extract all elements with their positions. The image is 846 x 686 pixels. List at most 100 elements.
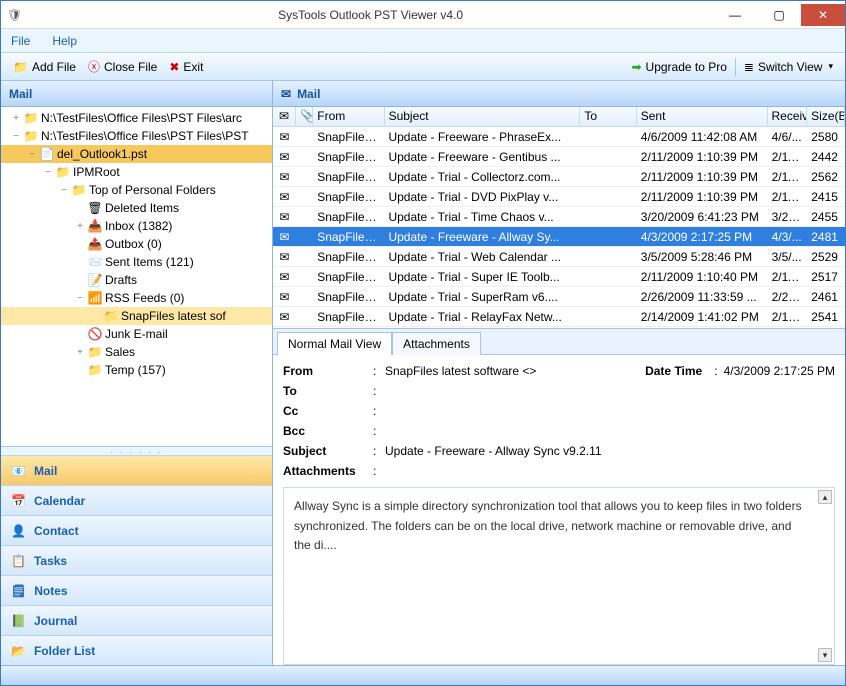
tree-item[interactable]: −📁IPMRoot [1,163,272,181]
exit-button[interactable]: ✖Exit [163,55,209,79]
value-from: SnapFiles latest software <> [385,364,645,378]
nav-label: Contact [34,524,79,538]
tree-twisty[interactable]: − [73,293,87,304]
message-list-header[interactable]: ✉ 📎 From Subject To Sent Receive Size(B [273,107,845,127]
cell-received: 3/20... [768,210,808,224]
deleted-icon: 🗑 [87,201,103,215]
tab-attachments[interactable]: Attachments [392,332,481,355]
message-row[interactable]: ✉SnapFiles...Update - Trial - Collectorz… [273,167,845,187]
tree-twisty[interactable]: + [73,347,87,358]
cell-size: 2541 [807,310,845,324]
label-attachments: Attachments [283,464,373,478]
nav-mail[interactable]: 📧Mail [1,455,272,485]
tree-item[interactable]: +📥Inbox (1382) [1,217,272,235]
envelope-icon: ✉ [273,130,296,144]
cell-received: 2/11... [768,150,808,164]
menu-help[interactable]: Help [52,34,77,48]
col-to[interactable]: To [580,107,636,126]
tree-twisty[interactable]: − [25,149,39,160]
tree-item[interactable]: −📶RSS Feeds (0) [1,289,272,307]
cell-size: 2415 [807,190,845,204]
cell-received: 2/11... [768,170,808,184]
col-icon[interactable]: ✉ [273,107,296,126]
nav-calendar[interactable]: 📅Calendar [1,485,272,515]
pane-grip[interactable]: · · · · · · [1,447,272,455]
add-file-button[interactable]: 📁Add File [7,55,82,79]
upgrade-icon: ➡ [631,60,641,74]
message-row[interactable]: ✉SnapFiles...Update - Trial - SuperRam v… [273,287,845,307]
col-sent[interactable]: Sent [637,107,768,126]
message-row[interactable]: ✉SnapFiles...Update - Trial - RelayFax N… [273,307,845,327]
add-file-icon: 📁 [13,60,28,74]
cell-subject: Update - Trial - DVD PixPlay v... [384,190,580,204]
nav-journal[interactable]: 📗Journal [1,605,272,635]
tree-item[interactable]: 🗑Deleted Items [1,199,272,217]
tree-item[interactable]: −📁Top of Personal Folders [1,181,272,199]
folder-tree[interactable]: +📁N:\TestFiles\Office Files\PST Files\ar… [1,107,272,447]
maximize-button[interactable]: ▢ [757,4,801,26]
nav-folder-list[interactable]: 📂Folder List [1,635,272,665]
nav-tasks[interactable]: 📋Tasks [1,545,272,575]
label-to: To [283,384,373,398]
col-subject[interactable]: Subject [385,107,581,126]
tree-item[interactable]: 📨Sent Items (121) [1,253,272,271]
switch-view-button[interactable]: ≣Switch View▾ [738,55,839,79]
tree-item[interactable]: 📁SnapFiles latest sof [1,307,272,325]
cell-from: SnapFiles... [313,230,384,244]
tree-twisty[interactable]: + [73,221,87,232]
cell-received: 2/26... [768,290,808,304]
col-from[interactable]: From [313,107,384,126]
message-row[interactable]: ✉SnapFiles...Update - Freeware - PhraseE… [273,127,845,147]
rss-icon: 📶 [87,291,103,305]
message-row[interactable]: ✉SnapFiles...Update - Trial - Time Chaos… [273,207,845,227]
tree-item[interactable]: 📤Outbox (0) [1,235,272,253]
tree-twisty[interactable]: − [9,131,23,142]
upgrade-button[interactable]: ➡Upgrade to Pro [625,55,732,79]
tree-item[interactable]: +📁N:\TestFiles\Office Files\PST Files\ar… [1,109,272,127]
message-row[interactable]: ✉SnapFiles...Update - Freeware - Gentibu… [273,147,845,167]
message-body[interactable]: Allway Sync is a simple directory synchr… [283,487,835,665]
cell-size: 2562 [807,170,845,184]
message-row[interactable]: ✉SnapFiles...Update - Trial - Super IE T… [273,267,845,287]
message-row[interactable]: ✉SnapFiles...Update - Trial - DVD PixPla… [273,187,845,207]
col-size[interactable]: Size(B [807,107,845,126]
message-row[interactable]: ✉SnapFiles...Update - Trial - Web Calend… [273,247,845,267]
envelope-icon: ✉ [273,290,296,304]
folder-icon: 📁 [71,183,87,197]
minimize-button[interactable]: — [713,4,757,26]
tree-twisty[interactable]: + [9,113,23,124]
tree-item-label: N:\TestFiles\Office Files\PST Files\PST [39,129,249,143]
tree-item-label: Junk E-mail [103,327,168,341]
nav-contact[interactable]: 👤Contact [1,515,272,545]
cell-subject: Update - Freeware - Gentibus ... [384,150,580,164]
label-cc: Cc [283,404,373,418]
tree-item[interactable]: 📝Drafts [1,271,272,289]
tree-item-label: Sent Items (121) [103,255,194,269]
tab-normal-view[interactable]: Normal Mail View [277,332,392,355]
tree-twisty[interactable]: − [41,167,55,178]
cell-subject: Update - Trial - Web Calendar ... [384,250,580,264]
value-to [385,384,835,398]
cell-size: 2580 [807,130,845,144]
cell-subject: Update - Freeware - Allway Sy... [384,230,580,244]
cell-size: 2517 [807,270,845,284]
tree-item[interactable]: −📄del_Outlook1.pst [1,145,272,163]
tree-item-label: Inbox (1382) [103,219,172,233]
tree-item[interactable]: −📁N:\TestFiles\Office Files\PST Files\PS… [1,127,272,145]
tree-item-label: SnapFiles latest sof [119,309,226,323]
scroll-down-button[interactable]: ▾ [818,648,832,662]
close-file-button[interactable]: ⓧClose File [82,55,163,79]
scroll-up-button[interactable]: ▴ [818,490,832,504]
message-row[interactable]: ✉SnapFiles...Update - Freeware - Allway … [273,227,845,247]
menu-file[interactable]: File [11,34,30,48]
nav-notes[interactable]: 🗒Notes [1,575,272,605]
col-received[interactable]: Receive [768,107,808,126]
tree-twisty[interactable]: − [57,185,71,196]
col-attachment[interactable]: 📎 [296,107,313,126]
cell-size: 2461 [807,290,845,304]
tree-item[interactable]: 📁Temp (157) [1,361,272,379]
tree-item[interactable]: 🚫Junk E-mail [1,325,272,343]
close-button[interactable]: ✕ [801,4,845,26]
tree-item[interactable]: +📁Sales [1,343,272,361]
envelope-icon: ✉ [273,250,296,264]
